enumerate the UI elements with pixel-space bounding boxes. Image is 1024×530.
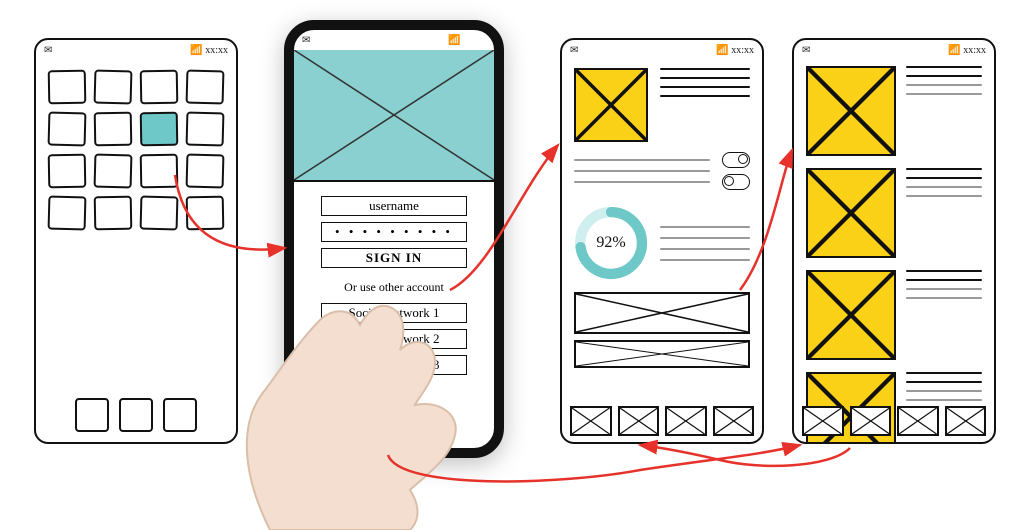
social-login-button[interactable]: Social Network 2: [321, 329, 467, 349]
feed-card[interactable]: [794, 60, 994, 162]
dock-icon[interactable]: [119, 398, 153, 432]
tab-item[interactable]: [897, 406, 939, 436]
wireframe-screen-settings: ✉ 📶 xx:xx 92%: [560, 38, 764, 444]
status-time: xx:xx: [963, 45, 986, 56]
card-image-placeholder: [806, 270, 896, 360]
app-icon[interactable]: [94, 196, 133, 231]
password-field[interactable]: • • • • • • • • •: [321, 222, 467, 242]
app-icon[interactable]: [140, 196, 179, 231]
signal-icon: 📶: [948, 45, 960, 56]
app-icon[interactable]: [48, 70, 87, 105]
image-placeholder: [574, 340, 750, 368]
app-icon[interactable]: [94, 112, 133, 147]
tab-item[interactable]: [802, 406, 844, 436]
feed-card[interactable]: [794, 264, 994, 366]
app-icon-selected[interactable]: [140, 112, 179, 147]
status-bar: ✉ 📶 xx:xx: [294, 30, 494, 50]
app-icon[interactable]: [186, 70, 225, 105]
social-login-button[interactable]: Social Network 1: [321, 303, 467, 323]
progress-donut: 92%: [574, 206, 648, 280]
hero-image-placeholder: [294, 50, 494, 182]
image-placeholder: [574, 292, 750, 334]
wireframe-screen-home: ✉ 📶 xx:xx: [34, 38, 238, 444]
feed-card[interactable]: [794, 162, 994, 264]
app-icon[interactable]: [186, 154, 225, 189]
app-icon[interactable]: [48, 154, 87, 189]
app-icon[interactable]: [94, 70, 133, 105]
social-login-button[interactable]: Social Network 3: [321, 355, 467, 375]
alt-login-caption: Or use other account: [344, 280, 444, 295]
tab-item[interactable]: [713, 406, 755, 436]
mail-icon: ✉: [570, 45, 578, 56]
status-bar: ✉ 📶 xx:xx: [36, 40, 236, 60]
signin-button[interactable]: SIGN IN: [321, 248, 467, 268]
card-image-placeholder: [806, 168, 896, 258]
title-lines: [660, 68, 750, 97]
status-time: xx:xx: [205, 45, 228, 56]
card-image-placeholder: [806, 66, 896, 156]
app-icon[interactable]: [48, 112, 87, 147]
signal-icon: 📶: [716, 45, 728, 56]
signal-icon: 📶: [448, 35, 460, 46]
status-time: xx:xx: [463, 35, 486, 46]
phone-device-signin: ✉ 📶 xx:xx username • • • • • • • • • SIG…: [284, 20, 504, 458]
mail-icon: ✉: [44, 45, 52, 56]
signal-icon: 📶: [190, 45, 202, 56]
status-bar: ✉ 📶 xx:xx: [562, 40, 762, 60]
dock-icon[interactable]: [75, 398, 109, 432]
tab-row: [802, 406, 986, 436]
mail-icon: ✉: [802, 45, 810, 56]
app-icon[interactable]: [140, 154, 179, 189]
app-grid: [36, 60, 236, 240]
app-icon[interactable]: [94, 154, 133, 189]
tab-item[interactable]: [665, 406, 707, 436]
dock-icon[interactable]: [163, 398, 197, 432]
avatar-placeholder: [574, 68, 648, 142]
app-icon[interactable]: [186, 196, 225, 231]
tab-row: [570, 406, 754, 436]
app-icon[interactable]: [140, 70, 179, 105]
toggle-switch[interactable]: [722, 174, 750, 190]
status-bar: ✉ 📶 xx:xx: [794, 40, 994, 60]
mail-icon: ✉: [302, 35, 310, 46]
wireframe-screen-feed: ✉ 📶 xx:xx: [792, 38, 996, 444]
tab-item[interactable]: [570, 406, 612, 436]
tab-item[interactable]: [850, 406, 892, 436]
signin-form: username • • • • • • • • • SIGN IN Or us…: [294, 192, 494, 379]
username-field[interactable]: username: [321, 196, 467, 216]
app-icon[interactable]: [48, 196, 87, 231]
status-time: xx:xx: [731, 45, 754, 56]
tab-item[interactable]: [945, 406, 987, 436]
tab-item[interactable]: [618, 406, 660, 436]
app-icon[interactable]: [186, 112, 225, 147]
toggle-switch[interactable]: [722, 152, 750, 168]
dock: [36, 398, 236, 432]
